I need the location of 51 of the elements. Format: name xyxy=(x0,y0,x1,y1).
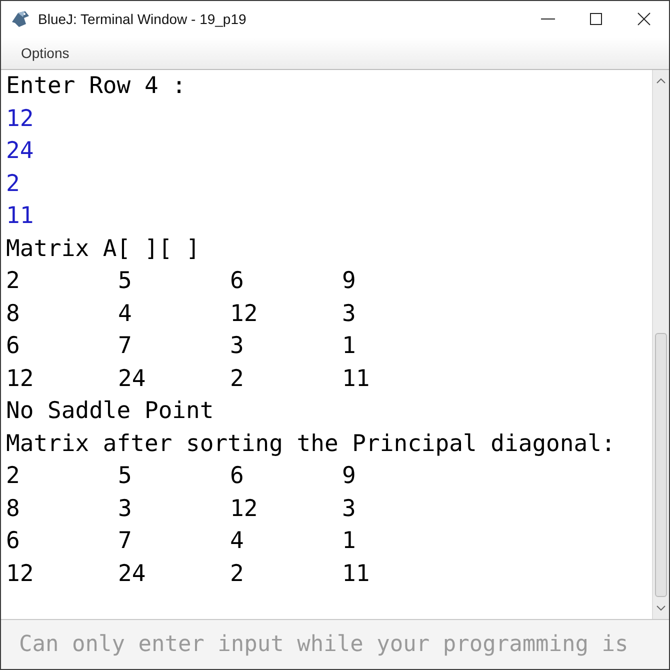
matrix-value: 11 xyxy=(342,366,370,392)
matrix-value: 7 xyxy=(118,528,132,554)
user-input-text: 24 xyxy=(6,138,34,164)
minimize-icon xyxy=(541,18,555,20)
matrix-value: 6 xyxy=(6,333,20,359)
output-text: Matrix A[ ][ ] xyxy=(6,236,200,262)
matrix-value: 24 xyxy=(118,560,146,586)
scroll-thumb[interactable] xyxy=(655,333,667,597)
matrix-value: 11 xyxy=(342,560,370,586)
matrix-value: 3 xyxy=(342,300,356,326)
matrix-value: 12 xyxy=(230,300,258,326)
matrix-value: 5 xyxy=(118,268,132,294)
window-title: BlueJ: Terminal Window - 19_p19 xyxy=(38,11,248,27)
maximize-icon xyxy=(589,12,603,26)
matrix-value: 8 xyxy=(6,496,20,522)
matrix-value: 3 xyxy=(118,496,132,522)
scroll-up-icon[interactable] xyxy=(656,76,666,86)
matrix-value: 1 xyxy=(342,528,356,554)
matrix-value: 4 xyxy=(118,300,132,326)
user-input-text: 12 xyxy=(6,106,34,132)
matrix-value: 3 xyxy=(342,496,356,522)
output-text: Matrix after sorting the Principal diagonal: xyxy=(6,430,616,456)
matrix-value: 6 xyxy=(6,528,20,554)
scrollbar[interactable] xyxy=(652,70,669,619)
output-text: No Saddle Point xyxy=(6,398,214,424)
matrix-value: 8 xyxy=(6,300,20,326)
matrix-value: 2 xyxy=(6,268,20,294)
matrix-value: 1 xyxy=(342,333,356,359)
matrix-value: 9 xyxy=(342,463,356,489)
matrix-value: 7 xyxy=(118,333,132,359)
options-menu[interactable]: Options xyxy=(1,45,82,61)
output-text: Enter Row 4 : xyxy=(6,73,186,99)
matrix-value: 12 xyxy=(230,496,258,522)
bird-logo-icon xyxy=(10,10,30,28)
matrix-value: 24 xyxy=(118,366,146,392)
matrix-value: 9 xyxy=(342,268,356,294)
matrix-value: 4 xyxy=(230,528,244,554)
input-field[interactable]: Can only enter input while your programming is xyxy=(1,619,669,669)
matrix-value: 6 xyxy=(230,463,244,489)
matrix-value: 5 xyxy=(118,463,132,489)
scroll-down-icon[interactable] xyxy=(656,603,666,613)
user-input-text: 2 xyxy=(6,170,20,196)
user-input-text: 11 xyxy=(6,203,34,229)
close-icon xyxy=(637,12,651,26)
matrix-value: 2 xyxy=(230,560,244,586)
matrix-value: 6 xyxy=(230,268,244,294)
matrix-value: 12 xyxy=(6,366,34,392)
matrix-value: 3 xyxy=(230,333,244,359)
matrix-value: 12 xyxy=(6,560,34,586)
matrix-value: 2 xyxy=(230,366,244,392)
matrix-value: 2 xyxy=(6,463,20,489)
